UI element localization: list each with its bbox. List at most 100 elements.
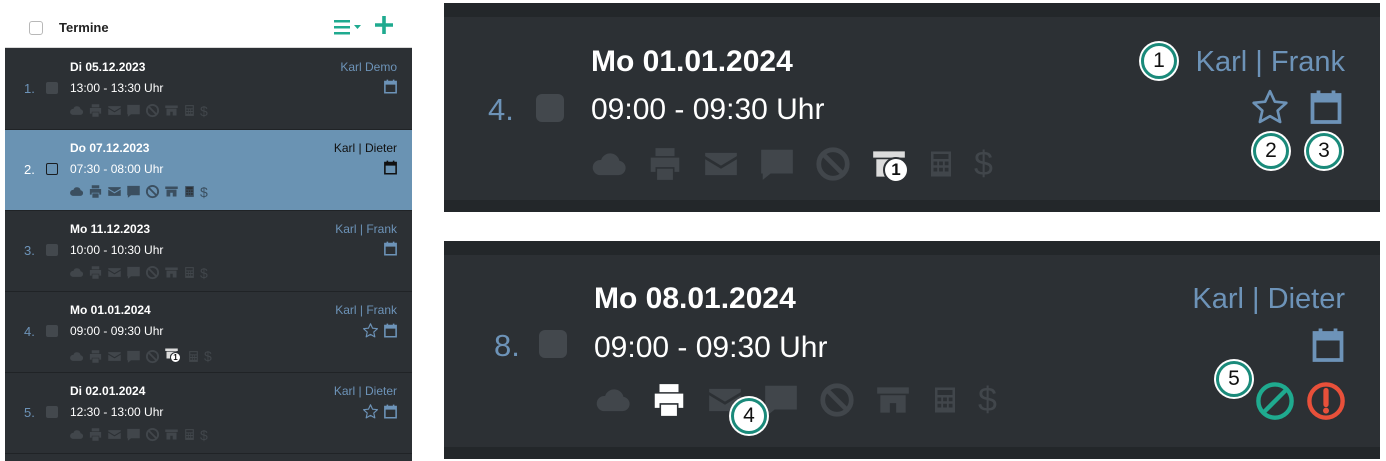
row-checkbox[interactable] (536, 94, 564, 122)
row-checkbox[interactable] (46, 406, 58, 418)
cloud-icon[interactable] (69, 103, 84, 118)
blocked-icon[interactable] (145, 349, 160, 364)
row-participants: Karl Demo (340, 60, 397, 74)
cloud-icon[interactable] (594, 381, 632, 419)
envelope-icon[interactable] (107, 265, 122, 280)
callout-marker: 3 (1306, 133, 1342, 169)
list-item[interactable]: 1. Di 05.12.2023 13:00 - 13:30 Uhr Karl … (5, 49, 412, 130)
printer-icon[interactable] (650, 381, 688, 419)
calendar-icon[interactable] (383, 323, 398, 338)
chat-icon[interactable] (758, 145, 796, 183)
cancel-circle-icon[interactable] (1254, 380, 1296, 422)
row-time: 10:00 - 10:30 Uhr (70, 243, 164, 257)
calendar-icon[interactable] (1308, 89, 1344, 125)
dollar-icon[interactable]: $ (200, 185, 208, 199)
dollar-icon[interactable]: $ (200, 104, 208, 118)
calendar-icon[interactable] (383, 404, 398, 419)
star-icon[interactable] (362, 322, 379, 339)
select-all-checkbox[interactable] (29, 21, 43, 35)
printer-icon[interactable] (88, 184, 103, 199)
list-menu-button[interactable] (334, 18, 364, 36)
calculator-icon[interactable] (930, 381, 960, 419)
dollar-icon[interactable]: $ (974, 147, 993, 181)
chat-icon[interactable] (126, 265, 141, 280)
dollar-icon[interactable]: $ (204, 349, 212, 363)
store-icon[interactable] (164, 265, 179, 280)
blocked-icon[interactable] (818, 381, 856, 419)
dollar-icon[interactable]: $ (200, 428, 208, 442)
store-icon[interactable] (164, 184, 179, 199)
callout-marker: 5 (1216, 361, 1252, 397)
row-checkbox[interactable] (46, 325, 58, 337)
row-number: 3. (24, 243, 35, 258)
row-checkbox[interactable] (46, 163, 58, 175)
store-icon[interactable] (164, 427, 179, 442)
chat-icon[interactable] (126, 349, 141, 364)
list-item[interactable]: 3. Mo 11.12.2023 10:00 - 10:30 Uhr Karl … (5, 211, 412, 292)
blocked-icon[interactable] (145, 184, 160, 199)
cloud-icon[interactable] (69, 265, 84, 280)
printer-icon[interactable] (88, 349, 103, 364)
calculator-icon[interactable] (187, 349, 200, 364)
printer-icon[interactable] (88, 427, 103, 442)
dollar-icon[interactable]: $ (200, 266, 208, 280)
blocked-icon[interactable] (145, 103, 160, 118)
row-number: 5. (24, 405, 35, 420)
store-count-badge: 1 (170, 352, 181, 363)
row-time: 09:00 - 09:30 Uhr (591, 93, 825, 126)
chat-icon[interactable] (126, 184, 141, 199)
chat-icon[interactable] (126, 103, 141, 118)
printer-icon[interactable] (646, 145, 684, 183)
row-number: 4. (488, 92, 514, 127)
cloud-icon[interactable] (69, 427, 84, 442)
calendar-icon[interactable] (383, 241, 398, 256)
store-icon-with-badge[interactable]: 1 (870, 145, 909, 183)
store-icon[interactable] (874, 381, 912, 419)
row-time: 09:00 - 09:30 Uhr (594, 331, 828, 364)
list-item[interactable]: 4. Mo 01.01.2024 09:00 - 09:30 Uhr Karl … (5, 292, 412, 373)
row-date: Di 05.12.2023 (70, 60, 146, 74)
dollar-icon[interactable]: $ (978, 383, 997, 417)
row-checkbox[interactable] (46, 82, 58, 94)
row-checkbox[interactable] (539, 330, 567, 358)
chat-icon[interactable] (126, 427, 141, 442)
blocked-icon[interactable] (145, 265, 160, 280)
envelope-icon[interactable] (107, 103, 122, 118)
cloud-icon[interactable] (69, 349, 84, 364)
calendar-icon[interactable] (383, 160, 398, 175)
add-appointment-button[interactable] (375, 13, 393, 37)
row-checkbox[interactable] (46, 244, 58, 256)
list-header: Termine (5, 3, 412, 48)
calculator-icon[interactable] (183, 427, 196, 442)
calculator-icon[interactable] (926, 145, 956, 183)
row-number: 1. (24, 81, 35, 96)
list-item[interactable]: 2. Do 07.12.2023 07:30 - 08:00 Uhr Karl … (5, 130, 412, 211)
calendar-icon[interactable] (1310, 327, 1346, 363)
envelope-icon[interactable] (107, 427, 122, 442)
printer-icon[interactable] (88, 265, 103, 280)
calculator-icon[interactable] (183, 184, 196, 199)
envelope-icon[interactable] (107, 349, 122, 364)
row-date: Mo 11.12.2023 (70, 222, 151, 236)
star-icon[interactable] (1250, 87, 1290, 127)
envelope-icon[interactable] (107, 184, 122, 199)
row-participants: Karl | Dieter (333, 384, 397, 398)
calculator-icon[interactable] (183, 265, 196, 280)
calculator-icon[interactable] (183, 103, 196, 118)
store-icon-with-badge[interactable]: 1 (164, 346, 181, 366)
chat-icon[interactable] (762, 381, 800, 419)
list-title: Termine (59, 20, 109, 35)
printer-icon[interactable] (88, 103, 103, 118)
blocked-icon[interactable] (145, 427, 160, 442)
alert-circle-icon[interactable] (1305, 380, 1347, 422)
calendar-icon[interactable] (383, 79, 398, 94)
store-icon[interactable] (164, 103, 179, 118)
cloud-icon[interactable] (590, 145, 628, 183)
list-item[interactable]: 5. Di 02.01.2024 12:30 - 13:00 Uhr Karl … (5, 373, 412, 454)
cloud-icon[interactable] (69, 184, 84, 199)
blocked-icon[interactable] (814, 145, 852, 183)
row-time: 13:00 - 13:30 Uhr (70, 81, 164, 95)
row-date: Mo 01.01.2024 (70, 303, 151, 317)
envelope-icon[interactable] (702, 145, 740, 183)
star-icon[interactable] (362, 403, 379, 420)
